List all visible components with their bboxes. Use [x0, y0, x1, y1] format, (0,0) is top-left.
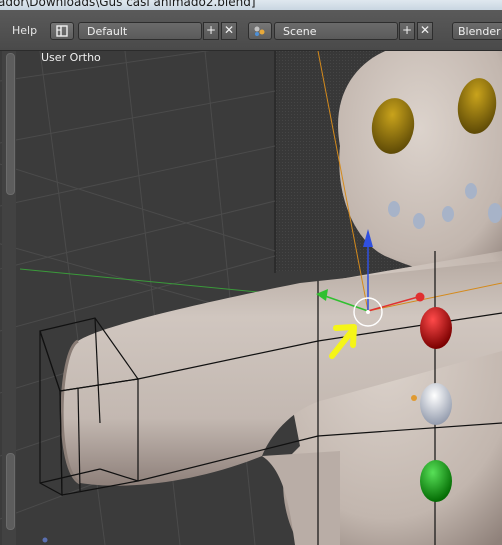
scene-icon[interactable]: [248, 22, 272, 40]
screen-layout-icon[interactable]: [50, 22, 74, 40]
viewport-lower-scroll[interactable]: [2, 435, 16, 545]
window-title: ador\Downloads\Gus casi animado2.blend]: [0, 0, 256, 9]
add-layout-button[interactable]: +: [203, 22, 219, 40]
viewport-scene: [0, 51, 502, 545]
lower-scroll-thumb[interactable]: [6, 453, 15, 530]
white-button: [420, 383, 452, 425]
scene-field[interactable]: Scene: [274, 22, 398, 40]
window-title-bar: ador\Downloads\Gus casi animado2.blend]: [0, 0, 502, 10]
screen-layout-field[interactable]: Default: [78, 22, 202, 40]
scene-label: Scene: [283, 25, 317, 38]
red-button: [420, 307, 452, 349]
screen-layout-label: Default: [87, 25, 128, 38]
render-engine-dropdown[interactable]: Blender R: [452, 22, 502, 40]
help-menu[interactable]: Help: [12, 24, 37, 37]
render-engine-label: Blender R: [458, 25, 502, 38]
info-header: Help Default + ✕ Scene + ✕ Blender R: [0, 10, 502, 51]
remove-layout-button[interactable]: ✕: [221, 22, 237, 40]
view-label: User Ortho: [41, 51, 101, 64]
scroll-thumb[interactable]: [6, 53, 15, 195]
3d-viewport[interactable]: User Ortho: [0, 51, 502, 545]
green-button: [420, 460, 452, 502]
remove-scene-button[interactable]: ✕: [417, 22, 433, 40]
add-scene-button[interactable]: +: [399, 22, 415, 40]
viewport-toolbar-scroll[interactable]: [2, 51, 16, 481]
origin-point: [411, 395, 417, 401]
